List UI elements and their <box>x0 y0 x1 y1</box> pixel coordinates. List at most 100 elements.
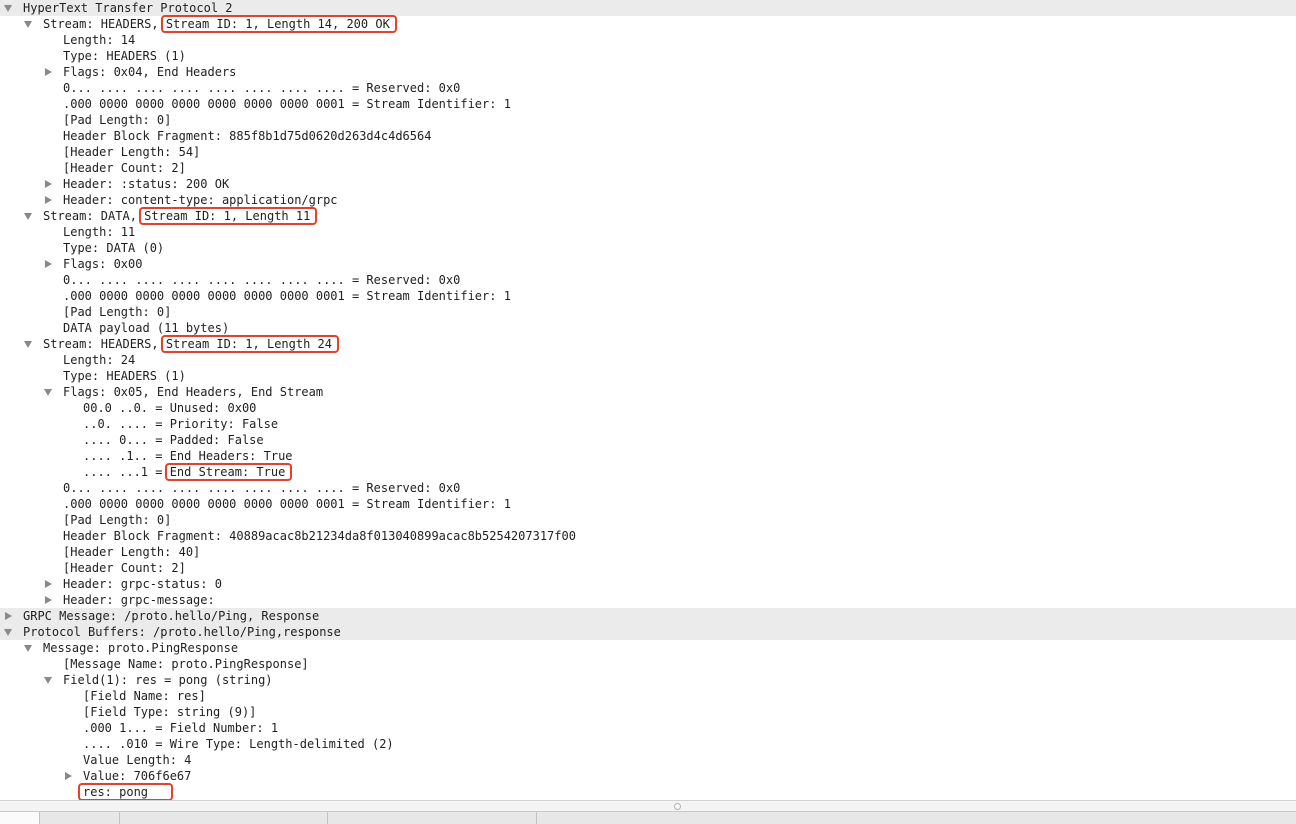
tree-row-reserved[interactable]: 0... .... .... .... .... .... .... .... … <box>0 80 1296 96</box>
tree-row-label: HyperText Transfer Protocol 2 <box>23 1 233 15</box>
tree-row-stream-identifier[interactable]: .000 0000 0000 0000 0000 0000 0000 0001 … <box>0 96 1296 112</box>
tree-row-pad-length[interactable]: [Pad Length: 0] <box>0 512 1296 528</box>
triangle-right-icon[interactable] <box>5 612 12 620</box>
tree-row-field-name[interactable]: [Field Name: res] <box>0 688 1296 704</box>
tree-row-flag-padded[interactable]: .... 0... = Padded: False <box>0 432 1296 448</box>
triangle-right-icon[interactable] <box>45 68 52 76</box>
tree-row-header-status[interactable]: Header: :status: 200 OK <box>0 176 1296 192</box>
tree-row-reserved[interactable]: 0... .... .... .... .... .... .... .... … <box>0 272 1296 288</box>
tree-row-label: [Pad Length: 0] <box>63 113 172 127</box>
tree-row-stream-data[interactable]: Stream: DATA, Stream ID: 1, Length 11 <box>0 207 1296 225</box>
tree-row-type[interactable]: Type: HEADERS (1) <box>0 48 1296 64</box>
tree-row-stream-identifier[interactable]: .000 0000 0000 0000 0000 0000 0000 0001 … <box>0 496 1296 512</box>
tree-row-stream-headers[interactable]: Stream: HEADERS, Stream ID: 1, Length 24 <box>0 335 1296 353</box>
tree-row-grpc-message[interactable]: GRPC Message: /proto.hello/Ping, Respons… <box>0 608 1296 624</box>
tree-row-pad-length[interactable]: [Pad Length: 0] <box>0 112 1296 128</box>
tree-row-label: [Header Length: 54] <box>63 145 201 159</box>
triangle-right-icon[interactable] <box>45 596 52 604</box>
tree-row-label: [Pad Length: 0] <box>63 513 172 527</box>
tree-row-header-length[interactable]: [Header Length: 54] <box>0 144 1296 160</box>
tree-row-message-name[interactable]: [Message Name: proto.PingResponse] <box>0 656 1296 672</box>
triangle-right-icon[interactable] <box>45 180 52 188</box>
tree-row-label: [Header Count: 2] <box>63 561 186 575</box>
tree-row-label: [Pad Length: 0] <box>63 305 172 319</box>
tree-row-label: Protocol Buffers: /proto.hello/Ping,resp… <box>23 625 341 639</box>
highlight-box: Stream ID: 1, Length 14, 200 OK <box>160 15 397 33</box>
tree-row-header-grpc-message[interactable]: Header: grpc-message: <box>0 592 1296 608</box>
triangle-down-icon[interactable] <box>44 389 52 396</box>
tree-row-label: 0... .... .... .... .... .... .... .... … <box>63 81 461 95</box>
bytes-pane-segment <box>40 812 120 824</box>
tree-row-label: .... 0... = Padded: False <box>83 433 264 447</box>
tree-row-length[interactable]: Length: 24 <box>0 352 1296 368</box>
tree-row-flag-end-stream[interactable]: .... ...1 = End Stream: True <box>0 463 1296 481</box>
triangle-down-icon[interactable] <box>24 213 32 220</box>
tree-row-length[interactable]: Length: 11 <box>0 224 1296 240</box>
tree-row-type[interactable]: Type: HEADERS (1) <box>0 368 1296 384</box>
tree-row-http2[interactable]: HyperText Transfer Protocol 2 <box>0 0 1296 16</box>
tree-row-label: .... ...1 = <box>83 465 170 479</box>
tree-row-flag-priority[interactable]: ..0. .... = Priority: False <box>0 416 1296 432</box>
tree-row-label: Header: :status: 200 OK <box>63 177 230 191</box>
triangle-right-icon[interactable] <box>45 260 52 268</box>
tree-row-length[interactable]: Length: 14 <box>0 32 1296 48</box>
tree-row-flags[interactable]: Flags: 0x00 <box>0 256 1296 272</box>
triangle-right-icon[interactable] <box>65 772 72 780</box>
tree-row-header-length[interactable]: [Header Length: 40] <box>0 544 1296 560</box>
triangle-right-icon[interactable] <box>45 196 52 204</box>
highlight-box: res: pong <box>77 783 174 800</box>
tree-row-flag-unused[interactable]: 00.0 ..0. = Unused: 0x00 <box>0 400 1296 416</box>
tree-row-header-count[interactable]: [Header Count: 2] <box>0 560 1296 576</box>
tree-row-field-number[interactable]: .000 1... = Field Number: 1 <box>0 720 1296 736</box>
tree-row-header-block-fragment[interactable]: Header Block Fragment: 40889acac8b21234d… <box>0 528 1296 544</box>
triangle-down-icon[interactable] <box>4 629 12 636</box>
tree-row-label: Length: 14 <box>63 33 136 47</box>
tree-row-value-length[interactable]: Value Length: 4 <box>0 752 1296 768</box>
tree-row-label: 0... .... .... .... .... .... .... .... … <box>63 481 461 495</box>
tree-row-wire-type[interactable]: .... .010 = Wire Type: Length-delimited … <box>0 736 1296 752</box>
tree-row-type[interactable]: Type: DATA (0) <box>0 240 1296 256</box>
triangle-down-icon[interactable] <box>24 341 32 348</box>
tree-row-header-content-type[interactable]: Header: content-type: application/grpc <box>0 192 1296 208</box>
tree-row-field-res[interactable]: Field(1): res = pong (string) <box>0 672 1296 688</box>
tree-row-protocol-buffers[interactable]: Protocol Buffers: /proto.hello/Ping,resp… <box>0 624 1296 640</box>
tree-row-label: [Field Name: res] <box>83 689 206 703</box>
highlight-box: Stream ID: 1, Length 11 <box>139 207 318 225</box>
tree-row-res-pong[interactable]: res: pong <box>0 783 1296 800</box>
bytes-pane-segment <box>120 812 328 824</box>
triangle-down-icon[interactable] <box>24 645 32 652</box>
tree-row-flag-end-headers[interactable]: .... .1.. = End Headers: True <box>0 448 1296 464</box>
tree-row-label: Header Block Fragment: 40889acac8b21234d… <box>63 529 576 543</box>
triangle-right-icon[interactable] <box>45 580 52 588</box>
bytes-pane-header <box>0 811 1296 824</box>
tree-row-header-count[interactable]: [Header Count: 2] <box>0 160 1296 176</box>
tree-row-field-type[interactable]: [Field Type: string (9)] <box>0 704 1296 720</box>
splitter-handle-icon[interactable] <box>674 803 681 810</box>
tree-row-stream-identifier[interactable]: .000 0000 0000 0000 0000 0000 0000 0001 … <box>0 288 1296 304</box>
tree-row-value[interactable]: Value: 706f6e67 <box>0 768 1296 784</box>
triangle-down-icon[interactable] <box>4 5 12 12</box>
tree-row-label: .... .1.. = End Headers: True <box>83 449 293 463</box>
tree-row-label: DATA payload (11 bytes) <box>63 321 230 335</box>
tree-row-label: .000 0000 0000 0000 0000 0000 0000 0001 … <box>63 97 511 111</box>
bytes-pane-segment <box>537 812 1296 824</box>
tree-row-reserved[interactable]: 0... .... .... .... .... .... .... .... … <box>0 480 1296 496</box>
tree-row-label: Type: HEADERS (1) <box>63 49 186 63</box>
tree-row-header-grpc-status[interactable]: Header: grpc-status: 0 <box>0 576 1296 592</box>
tree-row-label: Flags: 0x05, End Headers, End Stream <box>63 385 324 399</box>
pane-splitter[interactable] <box>0 800 1296 811</box>
tree-row-flags[interactable]: Flags: 0x04, End Headers <box>0 64 1296 80</box>
tree-row-stream-headers[interactable]: Stream: HEADERS, Stream ID: 1, Length 14… <box>0 15 1296 33</box>
triangle-down-icon[interactable] <box>24 21 32 28</box>
tree-row-flags[interactable]: Flags: 0x05, End Headers, End Stream <box>0 384 1296 400</box>
tree-row-message[interactable]: Message: proto.PingResponse <box>0 640 1296 656</box>
tree-row-label: Header: grpc-status: 0 <box>63 577 222 591</box>
tree-row-label: [Field Type: string (9)] <box>83 705 257 719</box>
tree-row-pad-length[interactable]: [Pad Length: 0] <box>0 304 1296 320</box>
tree-row-label: Header: grpc-message: <box>63 593 215 607</box>
triangle-down-icon[interactable] <box>44 677 52 684</box>
tree-row-data-payload[interactable]: DATA payload (11 bytes) <box>0 320 1296 336</box>
tree-row-header-block-fragment[interactable]: Header Block Fragment: 885f8b1d75d0620d2… <box>0 128 1296 144</box>
tree-row-label: Length: 11 <box>63 225 136 239</box>
tree-row-label: Stream: HEADERS, <box>43 17 166 31</box>
